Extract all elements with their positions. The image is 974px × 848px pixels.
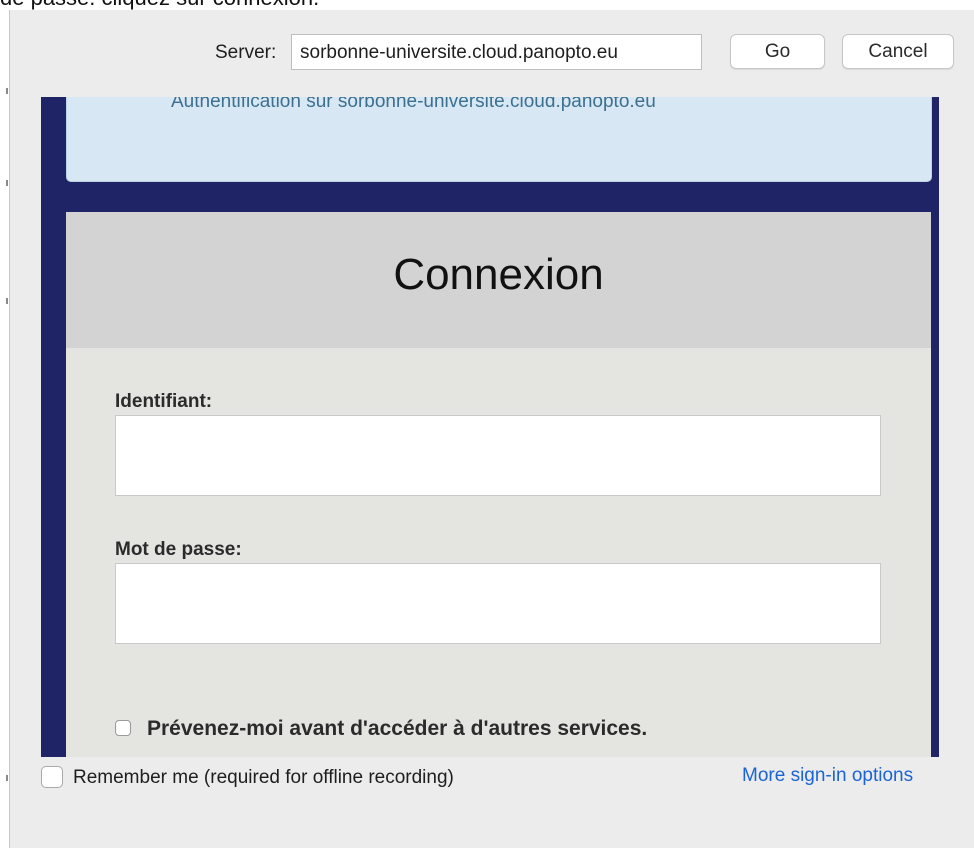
server-input[interactable]: sorbonne-universite.cloud.panopto.eu bbox=[291, 34, 702, 70]
info-banner-text: Authentification sur sorbonne-universite… bbox=[171, 97, 656, 112]
login-panel-header: Connexion bbox=[66, 212, 931, 348]
sign-in-dialog: Server: sorbonne-universite.cloud.panopt… bbox=[10, 10, 974, 848]
login-panel: Connexion Identifiant: Mot de passe: Pré… bbox=[66, 212, 931, 757]
server-label: Server: bbox=[215, 42, 277, 63]
edge-mark bbox=[6, 298, 8, 304]
password-label: Mot de passe: bbox=[115, 539, 242, 560]
more-sign-in-options-link[interactable]: More sign-in options bbox=[742, 764, 913, 788]
remember-me-checkbox[interactable] bbox=[41, 766, 63, 788]
edge-mark bbox=[6, 88, 8, 94]
go-button[interactable]: Go bbox=[730, 34, 825, 69]
login-webview: Authentification sur sorbonne-universite… bbox=[41, 97, 939, 757]
cancel-button[interactable]: Cancel bbox=[842, 34, 954, 69]
warn-before-services-checkbox[interactable] bbox=[115, 720, 131, 736]
username-field[interactable] bbox=[115, 415, 881, 496]
edge-mark bbox=[6, 180, 8, 186]
remember-me-label[interactable]: Remember me (required for offline record… bbox=[73, 766, 454, 790]
edge-mark bbox=[6, 775, 8, 781]
username-label: Identifiant: bbox=[115, 391, 213, 412]
background-window-edge bbox=[0, 10, 10, 848]
warn-before-services-label: Prévenez-moi avant d'accéder à d'autres … bbox=[147, 717, 648, 740]
info-banner: Authentification sur sorbonne-universite… bbox=[66, 97, 932, 182]
page-title: Connexion bbox=[393, 250, 604, 299]
password-field[interactable] bbox=[115, 563, 881, 644]
